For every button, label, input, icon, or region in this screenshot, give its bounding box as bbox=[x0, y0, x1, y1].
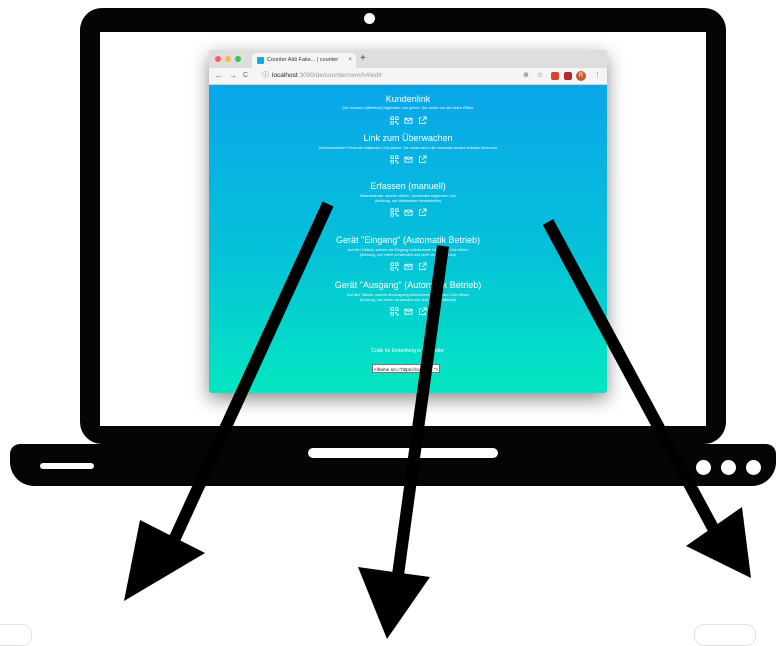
mail-icon[interactable] bbox=[403, 116, 413, 125]
extension-icon[interactable] bbox=[564, 72, 572, 80]
qr-code-icon[interactable] bbox=[389, 116, 399, 125]
profile-avatar[interactable]: R bbox=[576, 71, 586, 81]
link-actions bbox=[209, 155, 607, 165]
indicator-dot bbox=[696, 460, 711, 475]
qr-code-icon[interactable] bbox=[389, 262, 399, 271]
webcam-dot bbox=[364, 13, 375, 24]
bookmark-star-icon[interactable]: ☆ bbox=[537, 70, 543, 82]
browser-window: Counter Aldi Fake... | counter × + ← → C… bbox=[209, 50, 607, 393]
link-actions bbox=[209, 307, 607, 317]
mail-icon[interactable] bbox=[403, 262, 413, 271]
minimize-window-button[interactable] bbox=[225, 56, 231, 62]
browser-menu-icon[interactable]: ⋮ bbox=[594, 70, 601, 82]
browser-toolbar: ← → C ⓘ localhost:3000/de/counter/own/h4… bbox=[209, 68, 607, 85]
qr-code-icon[interactable] bbox=[389, 155, 399, 164]
zoom-icon[interactable]: ⊕ bbox=[523, 70, 529, 82]
page-content: Kundenlink Den Kunden (öffentlich) folge… bbox=[209, 85, 607, 393]
close-window-button[interactable] bbox=[215, 56, 221, 62]
tab-bar: Counter Aldi Fake... | counter × + bbox=[209, 50, 607, 68]
section-description: Den Kunden (öffentlich) folgenden Link g… bbox=[342, 106, 474, 110]
section-description-note: (Achtung, nur Mitarbeitern bereitstellen… bbox=[374, 199, 442, 203]
indicator-dot bbox=[721, 460, 736, 475]
favicon-icon bbox=[257, 57, 264, 64]
external-link-icon[interactable] bbox=[418, 155, 427, 164]
mail-icon[interactable] bbox=[403, 208, 413, 217]
tab-close-icon[interactable]: × bbox=[348, 53, 352, 68]
mail-icon[interactable] bbox=[403, 307, 413, 316]
external-link-icon[interactable] bbox=[418, 116, 427, 125]
qr-code-icon[interactable] bbox=[389, 208, 399, 217]
base-notch bbox=[308, 448, 498, 458]
qr-code-icon[interactable] bbox=[389, 307, 399, 316]
section-description-note: (Achtung, nur Intern verwenden und nicht… bbox=[359, 298, 457, 302]
url-path: :3000/de/counter/own/h4/edit bbox=[297, 72, 382, 79]
link-actions bbox=[209, 116, 607, 126]
embed-code-field[interactable]: <iframe src="https://counter..."> bbox=[372, 364, 440, 373]
back-button[interactable]: ← bbox=[215, 70, 223, 82]
laptop-base bbox=[10, 444, 776, 486]
section-title: Kundenlink bbox=[385, 94, 431, 104]
section-description: Überwachenden Personen folgenden Link ge… bbox=[318, 146, 498, 150]
browser-tab[interactable]: Counter Aldi Fake... | counter × bbox=[252, 53, 356, 68]
corner-fragment bbox=[694, 624, 756, 646]
forward-button[interactable]: → bbox=[229, 70, 237, 82]
url-host: localhost bbox=[272, 72, 298, 79]
base-slot bbox=[40, 463, 94, 469]
section-title: Gerät "Ausgang" (Automatik Betrieb) bbox=[334, 280, 482, 290]
section-description-note: (Achtung, nur Intern verwenden und nicht… bbox=[359, 253, 457, 257]
corner-fragment bbox=[0, 624, 32, 646]
new-tab-button[interactable]: + bbox=[360, 52, 366, 66]
reload-button[interactable]: C bbox=[243, 70, 248, 82]
link-actions bbox=[209, 262, 607, 272]
extension-icon[interactable] bbox=[551, 72, 559, 80]
section-title: Erfassen (manuell) bbox=[370, 181, 446, 191]
external-link-icon[interactable] bbox=[418, 208, 427, 217]
external-link-icon[interactable] bbox=[418, 262, 427, 271]
section-title: Gerät "Eingang" (Automatik Betrieb) bbox=[336, 235, 480, 245]
link-actions bbox=[209, 208, 607, 218]
address-bar[interactable]: localhost:3000/de/counter/own/h4/edit bbox=[272, 70, 382, 82]
mail-icon[interactable] bbox=[403, 155, 413, 164]
tab-title: Counter Aldi Fake... | counter bbox=[267, 57, 339, 63]
embed-label: Code für Einbettung in Webseite: bbox=[371, 348, 445, 354]
indicator-dot bbox=[746, 460, 761, 475]
maximize-window-button[interactable] bbox=[235, 56, 241, 62]
external-link-icon[interactable] bbox=[418, 307, 427, 316]
site-info-icon[interactable]: ⓘ bbox=[262, 70, 269, 82]
section-title: Link zum Überwachen bbox=[363, 133, 453, 143]
